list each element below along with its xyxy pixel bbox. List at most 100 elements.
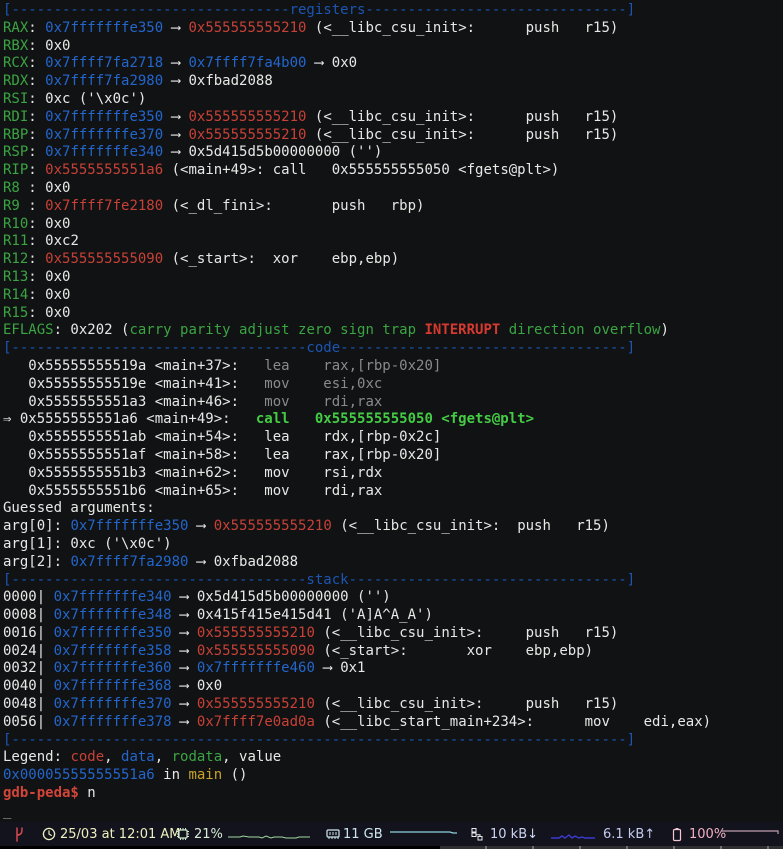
terminal-window[interactable]: [---------------------------------regist… xyxy=(0,0,783,822)
terminal-text-segment: : xyxy=(28,109,45,125)
terminal-text-segment: RBX xyxy=(3,38,28,54)
terminal-text-segment: 0x555555555210 xyxy=(197,625,315,641)
terminal-text-segment: 0040| xyxy=(3,678,54,694)
terminal-text-segment: lea rax,[rbp-0x20] xyxy=(264,358,441,374)
terminal-text-segment: 0x555555555090 xyxy=(197,643,315,659)
terminal-text-segment: 0x7fffffffe340 xyxy=(45,144,163,160)
terminal-text-segment: : 0x202 ( xyxy=(54,322,130,338)
cpu-icon[interactable] xyxy=(176,822,190,846)
separator-code: [-----------------------------------code… xyxy=(3,340,783,358)
terminal-text-segment: 0x5555555551a6 xyxy=(45,162,163,178)
terminal-text-segment: ⟶ xyxy=(188,518,213,534)
register-r9: R9 : 0x7ffff7fe2180 (<_dl_fini>: push rb… xyxy=(3,198,783,216)
terminal-text-segment: 0x7fffffffe370 xyxy=(45,127,163,143)
terminal-text-segment: , xyxy=(155,749,172,765)
terminal-text-segment: : 0x0 xyxy=(28,38,70,54)
register-rsp: RSP: 0x7fffffffe340 ⟶ 0x5d415d5b00000000… xyxy=(3,144,783,162)
register-rsi: RSI: 0xc ('\x0c') xyxy=(3,91,783,109)
register-r11: R11: 0xc2 xyxy=(3,233,783,251)
terminal-text-segment: : xyxy=(28,198,45,214)
terminal-text-segment: : 0x0 xyxy=(28,287,70,303)
terminal-text-segment: : xyxy=(28,251,45,267)
terminal-text-segment: (<_dl_fini>: push rbp) xyxy=(163,198,424,214)
terminal-text-segment: R15 xyxy=(3,305,28,321)
clock-icon[interactable] xyxy=(42,822,56,846)
terminal-text-segment: 0x00005555555551a6 xyxy=(3,767,155,783)
terminal-text-segment: arg[0]: xyxy=(3,518,70,534)
terminal-text-segment: (<__libc_csu_init>: push r15) xyxy=(315,625,618,641)
stack-0016: 0016| 0x7fffffffe350 ⟶ 0x555555555210 (<… xyxy=(3,625,783,643)
register-r14: R14: 0x0 xyxy=(3,287,783,305)
terminal-text-segment: : xyxy=(28,162,45,178)
terminal-text-segment: 0x7ffff7fa4b00 xyxy=(188,55,306,71)
terminal-text-segment: ⟶ xyxy=(172,660,197,676)
terminal-text-segment: 0x555555555210 xyxy=(188,20,306,36)
code-line: 0x5555555551af <main+58>: lea rax,[rbp-0… xyxy=(3,447,783,465)
terminal-text-segment: R14 xyxy=(3,287,28,303)
terminal-text-segment: carry parity adjust zero sign trap xyxy=(129,322,424,338)
cursor-line: _ xyxy=(3,803,783,821)
register-r12: R12: 0x555555555090 (<_start>: xor ebp,e… xyxy=(3,251,783,269)
terminal-text-segment: 0048| xyxy=(3,696,54,712)
terminal-text-segment: 0x5555555551af <main+58>: xyxy=(3,447,264,463)
terminal-text-segment: RSP xyxy=(3,144,28,160)
terminal-text-segment: () xyxy=(222,767,247,783)
terminal-text-segment: 0x7ffff7fa2980 xyxy=(45,73,163,89)
network-upload[interactable]: 6.1 kB↑ xyxy=(603,822,655,846)
terminal-text-segment: R10 xyxy=(3,216,28,232)
terminal-text-segment: RDI xyxy=(3,109,28,125)
memory-usage[interactable]: 11 GB xyxy=(343,822,383,846)
battery-icon[interactable] xyxy=(672,822,682,846)
terminal-text-segment: : 0x0 xyxy=(28,305,70,321)
terminal-text-segment: 0008| xyxy=(3,607,54,623)
terminal-text-segment: : xyxy=(28,144,45,160)
terminal-text-segment: Legend: xyxy=(3,749,70,765)
terminal-text-segment: : xyxy=(28,73,45,89)
memory-icon[interactable] xyxy=(326,822,340,846)
terminal-text-segment: 0x55555555519a <main+37>: xyxy=(3,358,264,374)
stack-0040: 0040| 0x7fffffffe368 ⟶ 0x0 xyxy=(3,678,783,696)
terminal-text-segment: : xyxy=(28,55,45,71)
register-rip: RIP: 0x5555555551a6 (<main+49>: call 0x5… xyxy=(3,162,783,180)
code-line: 0x55555555519a <main+37>: lea rax,[rbp-0… xyxy=(3,358,783,376)
terminal-text-segment: 0x5555555551b3 <main+62>: xyxy=(3,465,264,481)
register-rdx: RDX: 0x7ffff7fa2980 ⟶ 0xfbad2088 xyxy=(3,73,783,91)
terminal-text-segment: : 0x0 xyxy=(28,216,70,232)
arg-2: arg[2]: 0x7ffff7fa2980 ⟶ 0xfbad2088 xyxy=(3,554,783,572)
code-line: 0x55555555519e <main+41>: mov esi,0xc xyxy=(3,376,783,394)
terminal-text-segment: 0x5555555551ab <main+54>: xyxy=(3,429,264,445)
terminal-text-segment: (<_start>: xor ebp,ebp) xyxy=(315,643,593,659)
terminal-text-segment: 0x5555555551b6 <main+65>: xyxy=(3,483,264,499)
terminal-text-segment: RCX xyxy=(3,55,28,71)
terminal-text-segment: 0x555555555090 xyxy=(45,251,163,267)
terminal-text-segment: RDX xyxy=(3,73,28,89)
terminal-text-segment: ) xyxy=(660,322,668,338)
terminal-text-segment: ⟶ xyxy=(163,55,188,71)
terminal-text-segment: 0x7fffffffe360 xyxy=(54,660,172,676)
network-download[interactable]: 10 kB↓ xyxy=(490,822,538,846)
terminal-text-segment: 0x7ffff7fa2980 xyxy=(70,554,188,570)
status-datetime[interactable]: 25/03 at 12:01 AM xyxy=(60,822,181,846)
network-icon[interactable] xyxy=(470,822,484,846)
status-bar: 25/03 at 12:01 AM 21% 11 GB 10 kB↓ 6.1 k… xyxy=(0,822,783,846)
terminal-text-segment: 0056| xyxy=(3,714,54,730)
stack-0032: 0032| 0x7fffffffe360 ⟶ 0x7fffffffe460 ⟶ … xyxy=(3,660,783,678)
terminal-text-segment: INTERRUPT xyxy=(424,322,500,338)
cpu-usage[interactable]: 21% xyxy=(194,822,223,846)
terminal-text-segment: 0x7fffffffe370 xyxy=(54,696,172,712)
battery-graph xyxy=(721,822,782,846)
register-r15: R15: 0x0 xyxy=(3,305,783,323)
register-rbp: RBP: 0x7fffffffe370 ⟶ 0x555555555210 (<_… xyxy=(3,127,783,145)
terminal-text-segment: [---------------------------------------… xyxy=(3,732,635,748)
terminal-text-segment: : 0xc2 xyxy=(28,233,79,249)
terminal-text-segment: mov rdi,rax xyxy=(264,394,382,410)
terminal-text-segment: (<__libc_csu_init>: push r15) xyxy=(306,109,618,125)
guessed-arguments-header: Guessed arguments: xyxy=(3,500,783,518)
terminal-text-segment: : 0xc ('\x0c') xyxy=(28,91,146,107)
keyboard-layout-icon[interactable] xyxy=(14,822,25,846)
terminal-text-segment: , value xyxy=(222,749,281,765)
stack-0000: 0000| 0x7fffffffe340 ⟶ 0x5d415d5b0000000… xyxy=(3,589,783,607)
terminal-text-segment: (<__libc_start_main+234>: mov edi,eax) xyxy=(315,714,711,730)
terminal-text-segment: ⟶ xyxy=(163,127,188,143)
terminal-text-segment: call 0x555555555050 <fgets@plt> xyxy=(256,411,534,427)
